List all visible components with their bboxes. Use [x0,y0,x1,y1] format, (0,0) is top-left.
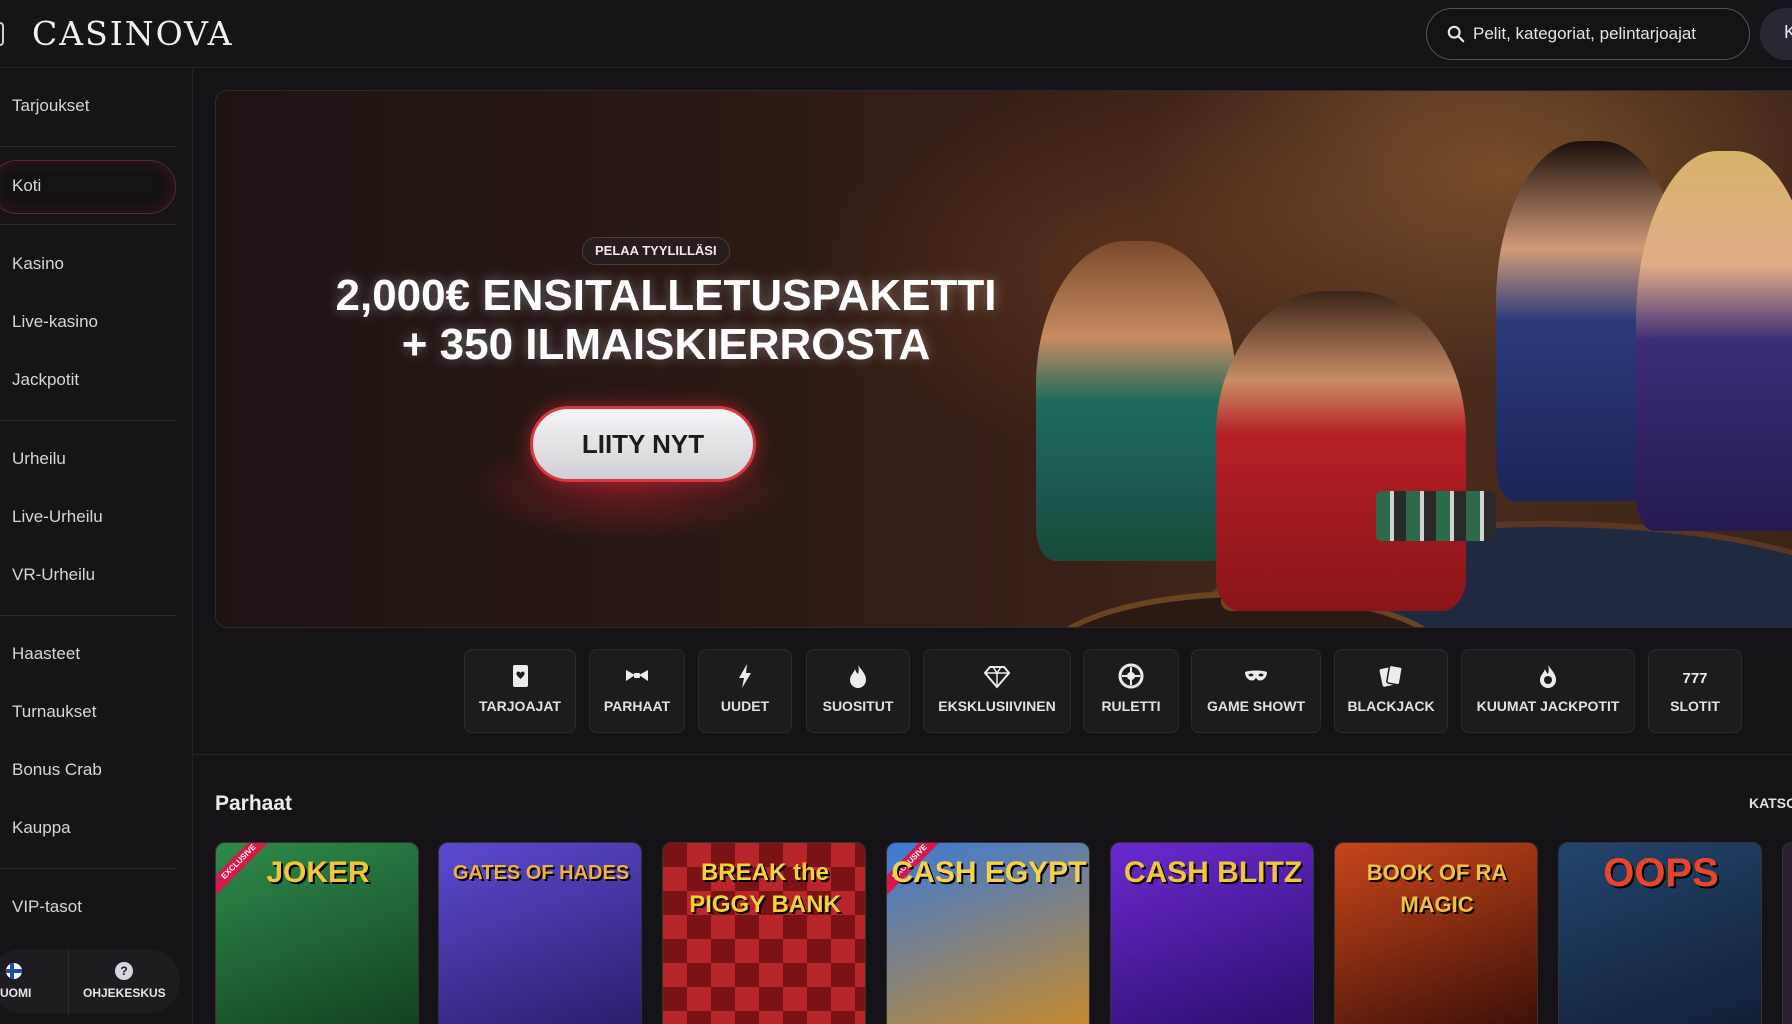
sidebar-divider [0,146,176,147]
game-title: BOOK OF RA MAGIC [1366,860,1508,917]
category-tarjoajat[interactable]: TARJOAJAT [464,649,576,733]
sidebar-item-tarjoukset[interactable]: Tarjoukset [12,96,89,116]
help-center-link[interactable]: OHJEKESKUS [83,986,166,1000]
section-divider [193,754,1792,755]
category-label: SLOTIT [1670,698,1720,714]
sidebar-item-koti[interactable]: Koti [12,176,41,196]
sidebar-divider [0,420,176,421]
section-title-parhaat: Parhaat [215,792,293,815]
category-label: TARJOAJAT [479,698,561,714]
sidebar-item-turnaukset[interactable]: Turnaukset [12,702,96,722]
category-label: KUUMAT JACKPOTIT [1476,698,1620,714]
slot-777-icon: 777 [1682,670,1707,687]
game-tile-break-the-piggy-bank[interactable]: BREAK the PIGGY BANK [662,842,866,1024]
category-game-showt[interactable]: GAME SHOWT [1191,649,1321,733]
sidebar-item-urheilu[interactable]: Urheilu [12,449,66,469]
provider-icon [513,665,528,687]
category-label: UUDET [720,698,770,714]
sidebar-item-live-urheilu[interactable]: Live-Urheilu [12,507,103,527]
game-tile-oops[interactable]: OOPS [1558,842,1762,1024]
game-title: BREAK the PIGGY BANK [689,859,841,918]
sidebar-item-bonus-crab[interactable]: Bonus Crab [12,760,102,780]
category-suositut[interactable]: SUOSITUT [806,649,910,733]
mask-icon [1245,670,1267,681]
sidebar-item-haasteet[interactable]: Haasteet [12,644,80,664]
category-slotit[interactable]: 777 SLOTIT [1648,649,1742,733]
game-tile-partial[interactable] [1782,842,1792,1024]
category-blackjack[interactable]: BLACKJACK [1334,649,1448,733]
category-label: SUOSITUT [822,698,894,714]
game-title: GATES OF HADES [452,862,630,884]
hot-jackpot-icon [1540,665,1556,688]
casinova-logo[interactable]: CASINOVA [32,14,234,53]
sidebar-divider [0,868,176,869]
banner-headline-line1: 2,000€ ENSITALLETUSPAKETTI [335,271,997,320]
category-eksklusiivinen[interactable]: EKSKLUSIIVINEN [923,649,1071,733]
category-kuumat-jackpotit[interactable]: KUUMAT JACKPOTIT [1461,649,1635,733]
sidebar-item-vip-tasot[interactable]: VIP-tasot [12,897,82,917]
cards-icon [1379,664,1403,687]
sidebar-item-kasino[interactable]: Kasino [12,254,64,274]
game-tile-gates-of-hades[interactable]: GATES OF HADES [438,842,642,1024]
game-title: JOKER [266,856,370,889]
diamond-icon [983,666,1011,689]
search-input[interactable]: Pelit, kategoriat, pelintarjoajat [1426,8,1750,60]
category-uudet[interactable]: UUDET [698,649,792,733]
game-tile-cash-blitz[interactable]: CASH BLITZ [1110,842,1314,1024]
woman-green-dress-illustration [1036,241,1236,561]
category-label: RULETTI [1101,698,1161,714]
game-title: CASH EGYPT [891,856,1087,889]
help-icon[interactable]: ? [115,962,133,980]
sidebar-divider [0,615,176,616]
category-label: EKSKLUSIIVINEN [938,698,1056,714]
login-button[interactable]: K [1760,8,1792,60]
menu-icon[interactable] [0,22,4,46]
bowtie-icon [626,670,648,681]
casino-chips-illustration [1376,491,1496,541]
sidebar-divider [0,224,176,225]
flame-icon [850,665,866,688]
game-tile-joker[interactable]: EXCLUSIVE JOKER [215,842,419,1024]
category-ruletti[interactable]: RULETTI [1083,649,1179,733]
category-label: GAME SHOWT [1207,698,1305,714]
banner-tag: PELAA TYYLILLÄSI [582,237,730,265]
search-icon [1447,25,1465,43]
game-title: CASH BLITZ [1123,856,1303,889]
category-parhaat[interactable]: PARHAAT [589,649,685,733]
woman-blonde-illustration [1636,151,1792,531]
svg-text:777: 777 [1682,670,1707,687]
language-help-divider [68,950,69,1014]
top-header: CASINOVA Pelit, kategoriat, pelintarjoaj… [0,0,1792,68]
see-all-link[interactable]: KATSO [1749,795,1792,811]
finland-flag-icon[interactable] [6,963,22,979]
sidebar-item-kauppa[interactable]: Kauppa [12,818,71,838]
banner-headline-line2: + 350 ILMAISKIERROSTA [401,320,931,369]
game-tile-cash-egypt[interactable]: EXCLUSIVE CASH EGYPT [886,842,1090,1024]
man-red-jacket-illustration [1216,291,1466,611]
join-now-button[interactable]: LIITY NYT [530,406,756,482]
roulette-icon [1118,663,1144,689]
sidebar: Tarjoukset Koti Kasino Live-kasino Jackp… [0,68,193,1024]
category-label: BLACKJACK [1347,698,1435,714]
game-tile-book-of-ra-magic[interactable]: BOOK OF RA MAGIC [1334,842,1538,1024]
sidebar-item-vr-urheilu[interactable]: VR-Urheilu [12,565,95,585]
game-title: OOPS [1603,851,1719,895]
banner-headline: 2,000€ ENSITALLETUSPAKETTI + 350 ILMAISK… [276,271,1056,369]
promo-banner[interactable]: PELAA TYYLILLÄSI 2,000€ ENSITALLETUSPAKE… [215,90,1792,628]
language-selector[interactable]: UOMI [0,986,31,1000]
language-help-bar [0,949,180,1013]
search-placeholder: Pelit, kategoriat, pelintarjoajat [1473,24,1697,43]
lightning-icon [739,664,751,688]
sidebar-item-jackpotit[interactable]: Jackpotit [12,370,79,390]
sidebar-item-live-kasino[interactable]: Live-kasino [12,312,98,332]
category-label: PARHAAT [603,698,671,714]
